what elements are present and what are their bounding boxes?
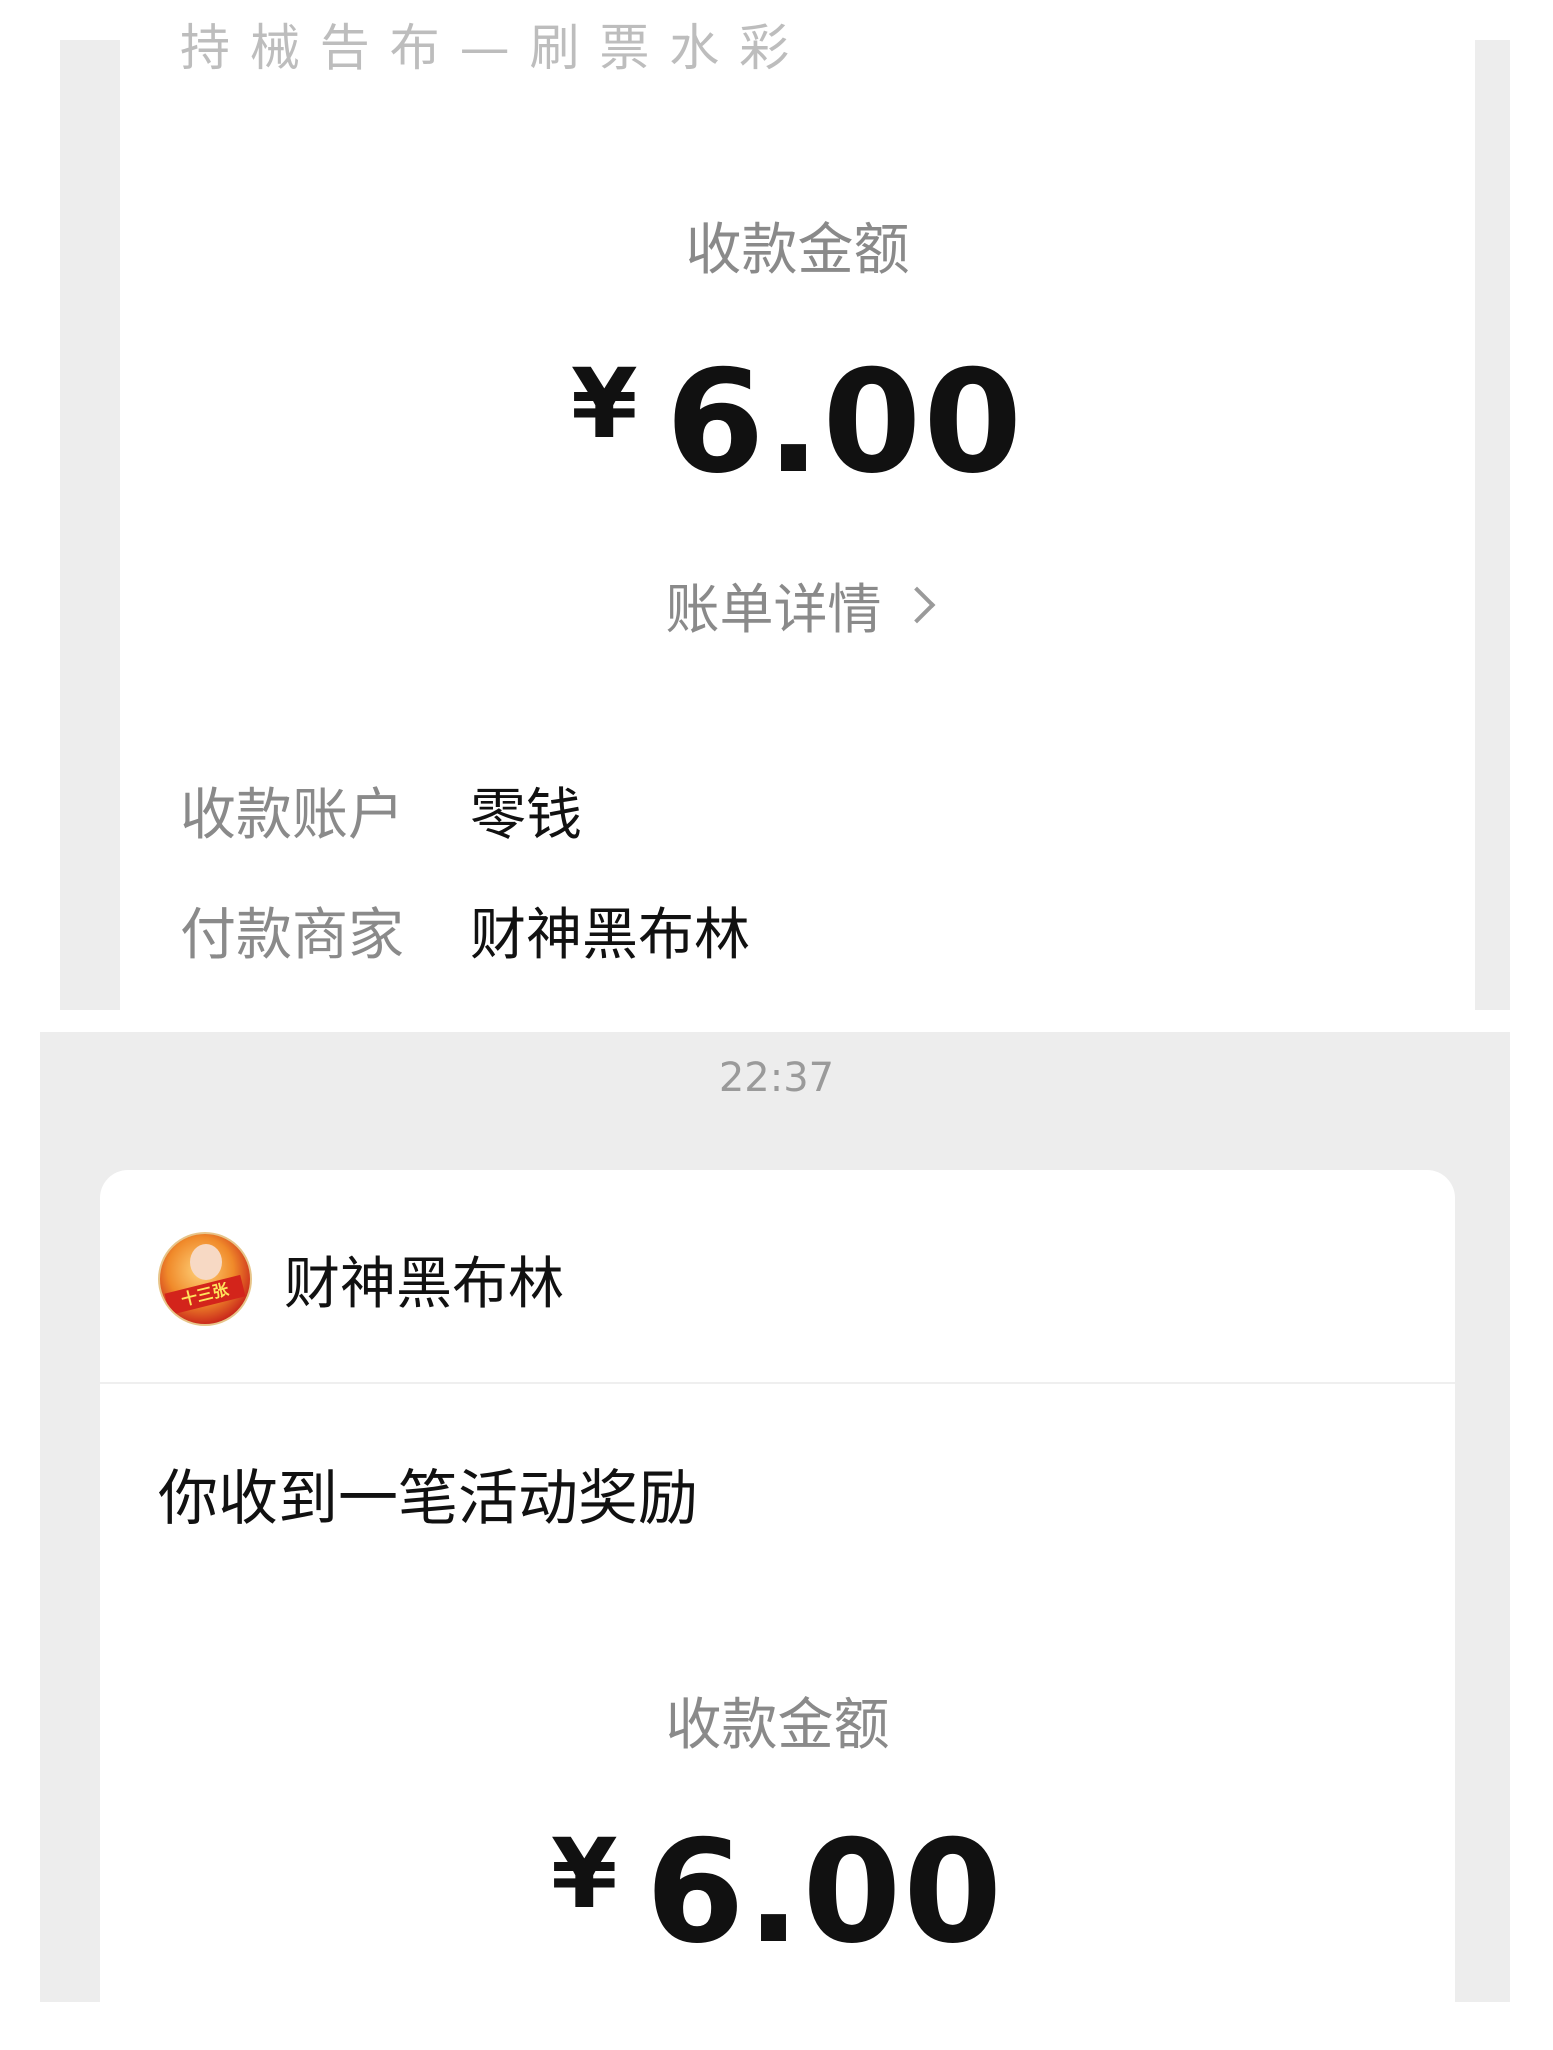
- paying-merchant-label: 付款商家: [180, 903, 404, 968]
- merchant-name: 财神黑布林: [284, 1251, 564, 1317]
- amount-value: ¥6.00: [100, 1810, 1455, 1975]
- bill-details-row: 账单详情: [120, 565, 1475, 644]
- amount-number: 6.00: [665, 340, 1025, 505]
- avatar-badge: 十三张: [164, 1274, 246, 1316]
- message-timestamp: 22:37: [718, 1055, 835, 1101]
- top-payment-card[interactable]: 持 械 告 布 — 刷 票 水 彩 收款金额 ¥6.00 账单详情 收款账户 零…: [120, 19, 1475, 1010]
- receiving-account-value: 零钱: [470, 783, 582, 848]
- currency-symbol: ¥: [570, 348, 640, 460]
- paying-merchant-value: 财神黑布林: [470, 903, 750, 968]
- paying-merchant-row: 付款商家 财神黑布林: [180, 890, 750, 971]
- bill-details-label: 账单详情: [665, 578, 882, 641]
- receiving-account-row: 收款账户 零钱: [180, 770, 582, 851]
- bottom-payment-card[interactable]: 十三张 财神黑布林 你收到一笔活动奖励 收款金额 ¥6.00: [100, 1170, 1455, 2050]
- merchant-avatar[interactable]: 十三张: [158, 1232, 252, 1326]
- avatar-face: [190, 1244, 222, 1280]
- merchant-header[interactable]: 十三张 财神黑布林: [158, 1232, 564, 1326]
- currency-symbol: ¥: [550, 1818, 620, 1930]
- message-title: 你收到一笔活动奖励: [158, 1464, 698, 1534]
- amount-number: 6.00: [645, 1810, 1005, 1975]
- bill-details-link[interactable]: 账单详情: [665, 565, 935, 644]
- amount-label: 收款金额: [685, 218, 910, 283]
- amount-label: 收款金额: [665, 1693, 890, 1758]
- receiving-account-label: 收款账户: [180, 783, 404, 848]
- header-divider: [100, 1382, 1455, 1384]
- amount-value: ¥6.00: [120, 340, 1475, 505]
- truncated-heading: 持 械 告 布 — 刷 票 水 彩: [180, 19, 792, 77]
- chevron-right-icon: [898, 586, 935, 623]
